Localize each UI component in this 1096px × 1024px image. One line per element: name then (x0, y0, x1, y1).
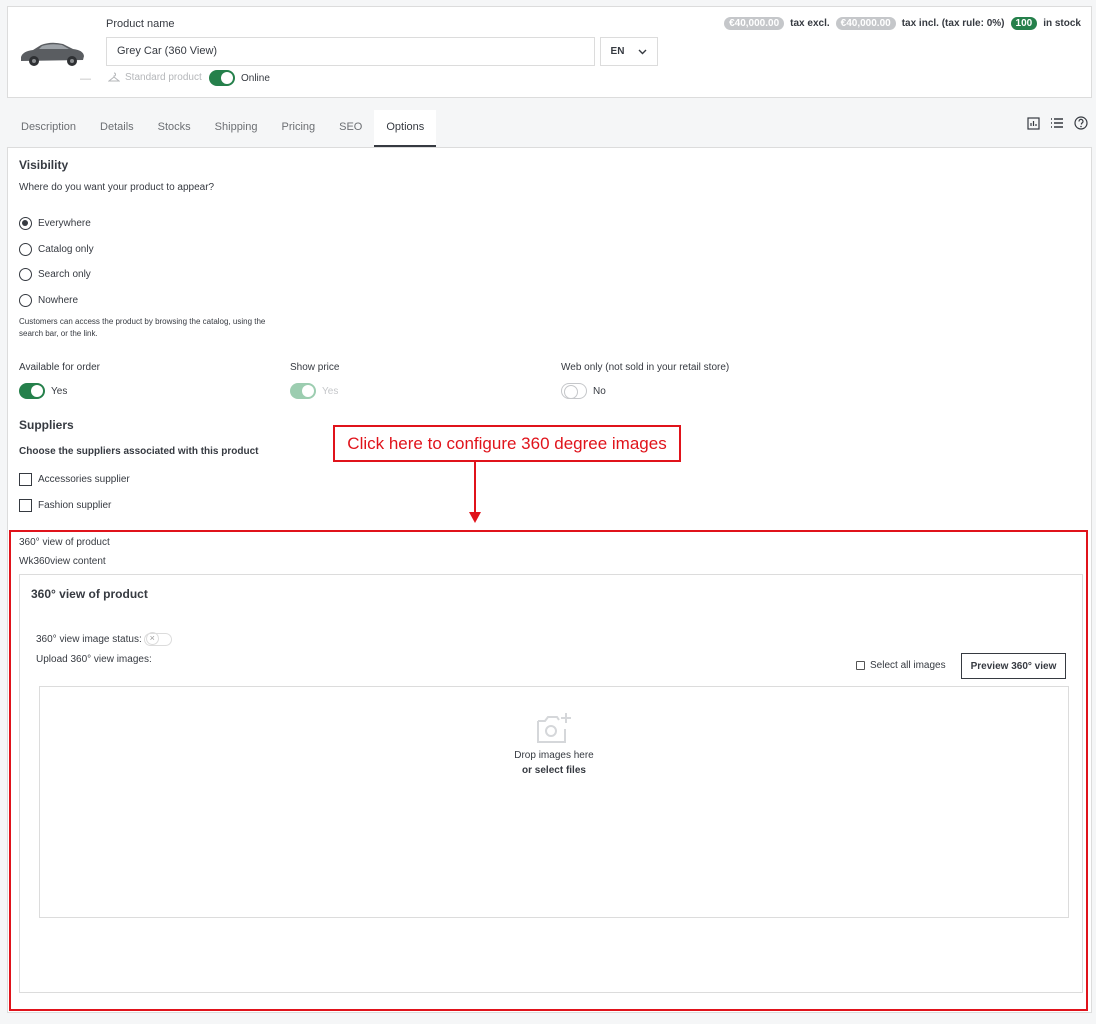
price-summary: €40,000.00 tax excl. €40,000.00 tax incl… (724, 17, 1081, 30)
tax-incl-label: tax incl. (tax rule: 0%) (901, 18, 1005, 29)
show-price-label: Show price (290, 362, 340, 373)
available-toggle[interactable] (19, 383, 45, 399)
radio-label: Search only (38, 269, 91, 280)
stats-icon[interactable] (1027, 116, 1040, 130)
radio-label: Catalog only (38, 244, 94, 255)
checkbox[interactable] (19, 499, 32, 512)
radio-button[interactable] (19, 217, 32, 230)
tab-description[interactable]: Description (9, 110, 88, 147)
radio-button[interactable] (19, 294, 32, 307)
tab-pricing[interactable]: Pricing (270, 110, 328, 147)
product-tabs: Description Details Stocks Shipping Pric… (9, 110, 437, 147)
supplier-fashion[interactable]: Fashion supplier (19, 499, 111, 512)
suppliers-title: Suppliers (19, 418, 74, 432)
radio-button[interactable] (19, 268, 32, 281)
web-only: Web only (not sold in your retail store)… (561, 362, 729, 399)
tab-tools (1027, 116, 1088, 130)
annotation-highlight-box (9, 530, 1088, 1011)
price-excl-badge: €40,000.00 (724, 17, 785, 30)
supplier-label: Fashion supplier (38, 500, 112, 511)
web-only-label: Web only (not sold in your retail store) (561, 362, 730, 373)
radio-catalog-only[interactable]: Catalog only (19, 243, 94, 256)
show-price: Show price Yes (290, 362, 339, 399)
help-icon[interactable] (1074, 116, 1088, 130)
radio-label: Everywhere (38, 218, 91, 229)
price-incl-badge: €40,000.00 (835, 17, 896, 30)
visibility-help-text: Customers can access the product by brow… (19, 317, 266, 338)
web-only-toggle[interactable] (561, 383, 587, 399)
radio-nowhere[interactable]: Nowhere (19, 294, 78, 307)
radio-button[interactable] (19, 243, 32, 256)
product-name-label: Product name (106, 18, 175, 30)
tab-details[interactable]: Details (88, 110, 146, 147)
stock-label: in stock (1043, 18, 1081, 29)
language-value: EN (610, 46, 625, 57)
radio-everywhere[interactable]: Everywhere (19, 217, 91, 230)
available-value: Yes (51, 385, 68, 397)
show-price-value: Yes (322, 385, 339, 397)
thumbnail-dash: — (80, 73, 91, 85)
available-for-order: Available for order Yes (19, 362, 100, 399)
radio-search-only[interactable]: Search only (19, 268, 91, 281)
tab-shipping[interactable]: Shipping (203, 110, 270, 147)
checkbox[interactable] (19, 473, 32, 486)
chevron-down-icon (638, 49, 647, 54)
arrow-down-icon (469, 462, 481, 523)
product-name-input[interactable]: Grey Car (360 View) (106, 37, 595, 66)
product-type[interactable]: Standard product (108, 72, 202, 83)
supplier-accessories[interactable]: Accessories supplier (19, 473, 130, 486)
product-header: — Product name Grey Car (360 View) EN St… (7, 6, 1092, 98)
annotation-callout: Click here to configure 360 degree image… (333, 425, 681, 462)
list-icon[interactable] (1050, 117, 1064, 129)
radio-label: Nowhere (38, 295, 79, 306)
car-thumbnail[interactable] (17, 37, 87, 69)
suppliers-subtitle: Choose the suppliers associated with thi… (19, 446, 259, 457)
tab-seo[interactable]: SEO (327, 110, 374, 147)
stock-badge: 100 (1010, 17, 1038, 30)
show-price-toggle (290, 383, 316, 399)
online-label: Online (241, 72, 270, 84)
language-select[interactable]: EN (600, 37, 658, 66)
tax-excl-label: tax excl. (790, 18, 830, 29)
visibility-title: Visibility (19, 158, 69, 172)
web-only-value: No (593, 385, 606, 397)
tab-options[interactable]: Options (374, 110, 437, 147)
online-toggle[interactable] (209, 70, 235, 86)
visibility-question: Where do you want your product to appear… (19, 182, 215, 193)
tab-stocks[interactable]: Stocks (146, 110, 203, 147)
available-label: Available for order (19, 362, 100, 373)
product-type-label: Standard product (125, 72, 202, 83)
supplier-label: Accessories supplier (38, 474, 130, 485)
hanger-icon (108, 72, 120, 82)
online-status[interactable]: Online (209, 70, 270, 86)
